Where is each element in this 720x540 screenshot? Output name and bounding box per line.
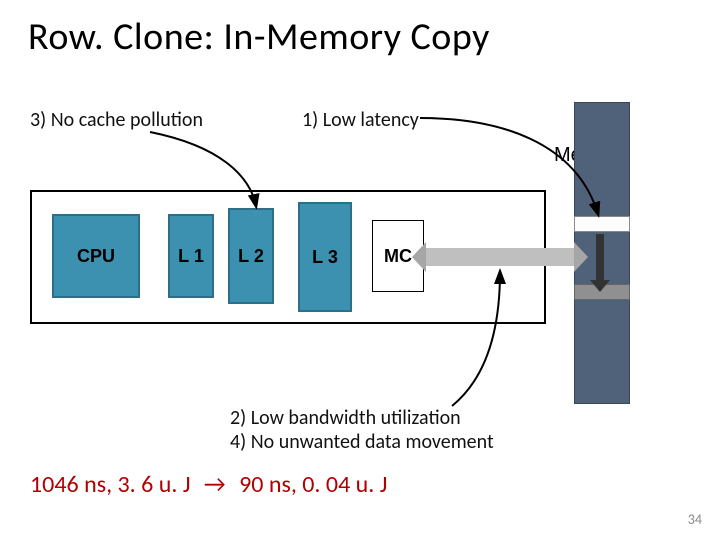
result-arrow: → [204, 470, 226, 499]
arrow-bandwidth [0, 0, 720, 540]
annotation-no-movement: 4) No unwanted data movement [230, 430, 494, 454]
page-number: 34 [688, 511, 702, 528]
result-line: 1046 ns, 3. 6 u. J → 90 ns, 0. 04 u. J [30, 470, 387, 499]
result-after: 90 ns, 0. 04 u. J [239, 470, 387, 499]
annotation-bandwidth: 2) Low bandwidth utilization [230, 406, 494, 430]
result-before: 1046 ns, 3. 6 u. J [30, 470, 190, 499]
annotation-bandwidth-movement: 2) Low bandwidth utilization 4) No unwan… [230, 406, 494, 454]
